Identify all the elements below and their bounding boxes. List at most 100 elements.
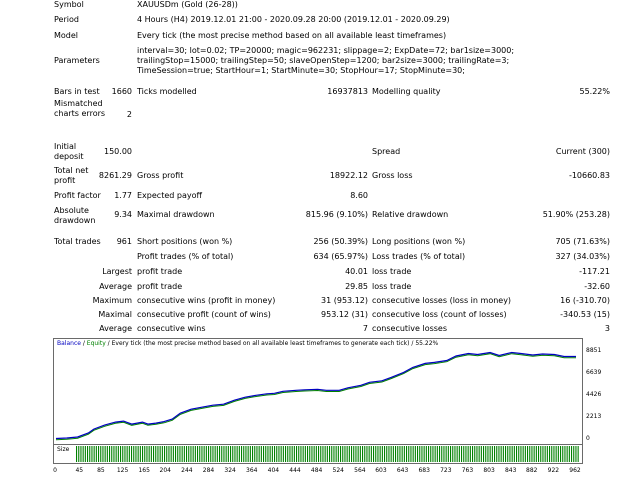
size-bar — [351, 446, 353, 462]
size-bar — [324, 446, 326, 462]
size-bar — [302, 446, 304, 462]
size-bar — [434, 446, 436, 462]
size-bar — [421, 446, 423, 462]
size-bar — [395, 446, 397, 462]
size-bar — [469, 446, 471, 462]
size-bar — [529, 446, 531, 462]
x-tick-label: 603 — [375, 467, 387, 474]
size-bar — [161, 446, 163, 462]
size-bar — [483, 446, 485, 462]
size-bar — [461, 446, 463, 462]
x-tick-label: 404 — [267, 467, 280, 474]
size-bar — [489, 446, 491, 462]
net-profit-value: 8261.29 — [98, 171, 132, 180]
size-bar — [357, 446, 359, 462]
size-bar — [230, 446, 232, 462]
size-bar — [436, 446, 438, 462]
size-bar — [401, 446, 403, 462]
size-bar — [399, 446, 401, 462]
size-bar — [113, 446, 115, 462]
size-bar — [313, 446, 315, 462]
size-bar — [538, 446, 540, 462]
maximum-losses-label: consecutive losses (loss in money) — [372, 296, 512, 305]
x-tick-label: 364 — [246, 467, 258, 474]
x-tick-label: 45 — [75, 467, 84, 474]
size-bar — [170, 446, 172, 462]
chart-legend-balance: Balance — [57, 340, 81, 347]
maximum-wins-value: 31 (953.12) — [321, 296, 368, 305]
size-bar — [106, 446, 108, 462]
size-bar — [540, 446, 542, 462]
expected-payoff-value: 8.60 — [350, 191, 368, 200]
size-bar — [135, 446, 137, 462]
x-tick-label: 204 — [159, 467, 171, 474]
size-bar — [560, 446, 562, 462]
size-bar — [425, 446, 427, 462]
size-bar — [91, 446, 93, 462]
size-bar — [188, 446, 190, 462]
size-bar — [555, 446, 557, 462]
size-bar — [450, 446, 452, 462]
size-bar — [78, 446, 80, 462]
size-bar — [252, 446, 254, 462]
size-bar — [524, 446, 526, 462]
size-bar — [190, 446, 192, 462]
y-tick-label: 4426 — [586, 390, 602, 398]
size-bar — [388, 446, 390, 462]
long-positions-label: Long positions (won %) — [372, 237, 466, 246]
chart-header: Balance / Equity / Every tick (the most … — [57, 340, 438, 348]
x-tick-label: 843 — [504, 467, 517, 474]
size-bar — [531, 446, 533, 462]
size-bar — [307, 446, 309, 462]
gross-loss-label: Gross loss — [372, 171, 413, 180]
average-loss-label: loss trade — [372, 282, 412, 291]
quality-label: Modelling quality — [372, 87, 441, 96]
largest-profit-value: 40.01 — [345, 267, 368, 276]
size-bar — [102, 446, 104, 462]
size-bar — [199, 446, 201, 462]
size-bar — [467, 446, 469, 462]
size-bar — [535, 446, 537, 462]
size-bar — [494, 446, 496, 462]
size-bar — [509, 446, 511, 462]
size-bar — [518, 446, 520, 462]
size-bar — [247, 446, 249, 462]
size-bar — [496, 446, 498, 462]
size-bar — [355, 446, 357, 462]
size-bar — [333, 446, 335, 462]
x-tick-label: 564 — [354, 467, 366, 474]
size-bar — [89, 446, 91, 462]
average-prefix: Average — [99, 282, 132, 291]
gross-profit-label: Gross profit — [137, 171, 184, 180]
size-bar — [260, 446, 262, 462]
size-bar — [353, 446, 355, 462]
size-bar — [390, 446, 392, 462]
size-bar — [289, 446, 291, 462]
y-tick-label: 2213 — [586, 412, 602, 420]
y-tick-label: 8851 — [586, 347, 602, 354]
size-bar — [87, 446, 89, 462]
size-bar — [293, 446, 295, 462]
size-bar — [177, 446, 179, 462]
x-tick-label: 165 — [138, 467, 150, 474]
size-bar — [439, 446, 441, 462]
size-bar — [403, 446, 405, 462]
size-bar — [546, 446, 548, 462]
maximal-wins-label: consecutive profit (count of wins) — [137, 310, 271, 319]
size-bar — [315, 446, 317, 462]
profit-factor-label: Profit factor — [54, 191, 101, 200]
size-bar — [331, 446, 333, 462]
size-bar — [298, 446, 300, 462]
size-bar — [201, 446, 203, 462]
size-bar — [287, 446, 289, 462]
largest-profit-label: profit trade — [137, 267, 183, 276]
size-bar — [480, 446, 482, 462]
size-bars — [76, 446, 579, 462]
size-bar — [557, 446, 559, 462]
x-tick-label: 643 — [396, 467, 409, 474]
size-bar — [478, 446, 480, 462]
size-bar — [104, 446, 106, 462]
size-bar — [232, 446, 234, 462]
size-bar — [329, 446, 331, 462]
size-bar — [381, 446, 383, 462]
